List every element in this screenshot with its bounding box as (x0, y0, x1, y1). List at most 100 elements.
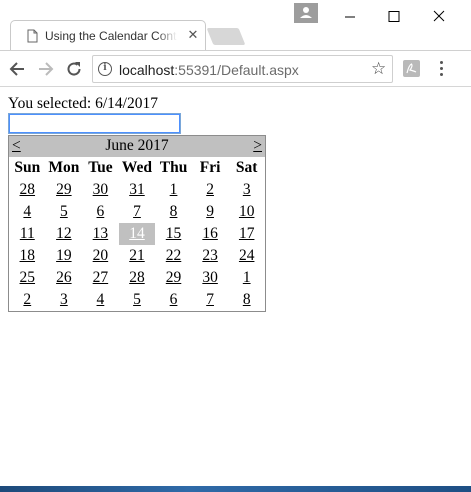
calendar-day[interactable]: 26 (46, 267, 83, 289)
calendar-day-link[interactable]: 10 (239, 203, 255, 220)
calendar-day[interactable]: 3 (46, 289, 83, 312)
calendar-day-link[interactable]: 4 (97, 291, 105, 308)
calendar-day[interactable]: 28 (9, 179, 46, 201)
calendar-day[interactable]: 1 (155, 179, 192, 201)
calendar-day[interactable]: 17 (228, 223, 265, 245)
calendar-day[interactable]: 6 (155, 289, 192, 312)
calendar-day-link[interactable]: 29 (166, 269, 182, 286)
calendar-day-link[interactable]: 2 (206, 181, 214, 198)
calendar-day[interactable]: 30 (192, 267, 229, 289)
calendar-day[interactable]: 24 (228, 245, 265, 267)
address-bar[interactable]: i localhost:55391/Default.aspx ☆ (92, 55, 393, 83)
calendar-day[interactable]: 19 (46, 245, 83, 267)
calendar-day[interactable]: 15 (155, 223, 192, 245)
calendar-day-link[interactable]: 7 (133, 203, 141, 220)
calendar-day-link[interactable]: 7 (206, 291, 214, 308)
calendar-day[interactable]: 5 (119, 289, 156, 312)
calendar-day[interactable]: 16 (192, 223, 229, 245)
calendar-day-link[interactable]: 26 (56, 269, 72, 286)
calendar-day-link[interactable]: 31 (129, 181, 145, 198)
calendar-day-link[interactable]: 28 (129, 269, 145, 286)
url-text[interactable]: localhost:55391/Default.aspx (119, 62, 299, 78)
calendar-day[interactable]: 20 (82, 245, 119, 267)
calendar-day-link[interactable]: 9 (206, 203, 214, 220)
calendar-day-link[interactable]: 6 (97, 203, 105, 220)
calendar-day[interactable]: 6 (82, 201, 119, 223)
calendar-day-link[interactable]: 22 (166, 247, 182, 264)
calendar-day[interactable]: 7 (119, 201, 156, 223)
calendar-day[interactable]: 13 (82, 223, 119, 245)
calendar-day[interactable]: 22 (155, 245, 192, 267)
calendar-day[interactable]: 12 (46, 223, 83, 245)
calendar-day[interactable]: 8 (228, 289, 265, 312)
forward-button[interactable] (36, 59, 56, 79)
calendar-day[interactable]: 5 (46, 201, 83, 223)
maximize-button[interactable] (379, 4, 409, 28)
tab-close-icon[interactable]: ✕ (185, 27, 201, 43)
calendar-day-link[interactable]: 3 (60, 291, 68, 308)
calendar-day-link[interactable]: 21 (129, 247, 145, 264)
calendar-day[interactable]: 8 (155, 201, 192, 223)
calendar-day[interactable]: 29 (46, 179, 83, 201)
calendar-day[interactable]: 4 (9, 201, 46, 223)
calendar-day[interactable]: 28 (119, 267, 156, 289)
calendar-day[interactable]: 3 (228, 179, 265, 201)
calendar-day-link[interactable]: 11 (20, 225, 35, 242)
calendar-day[interactable]: 11 (9, 223, 46, 245)
close-window-button[interactable] (424, 4, 454, 28)
calendar-day-link[interactable]: 2 (23, 291, 31, 308)
calendar-day[interactable]: 2 (192, 179, 229, 201)
new-tab-button[interactable] (206, 28, 246, 45)
menu-icon[interactable] (440, 61, 444, 79)
calendar-day-link[interactable]: 1 (243, 269, 251, 286)
extension-icon[interactable] (403, 60, 420, 77)
calendar-day-link[interactable]: 4 (23, 203, 31, 220)
calendar-day-link[interactable]: 3 (243, 181, 251, 198)
calendar-day[interactable]: 9 (192, 201, 229, 223)
calendar-day-link[interactable]: 28 (20, 181, 36, 198)
calendar-day[interactable]: 23 (192, 245, 229, 267)
back-button[interactable] (7, 59, 27, 79)
calendar-day[interactable]: 1 (228, 267, 265, 289)
calendar-day-link[interactable]: 6 (170, 291, 178, 308)
calendar-day[interactable]: 30 (82, 179, 119, 201)
browser-tab[interactable]: Using the Calendar Control ✕ (10, 20, 206, 50)
calendar-day-link[interactable]: 15 (166, 225, 182, 242)
calendar-day-link[interactable]: 20 (93, 247, 109, 264)
calendar-day[interactable]: 4 (82, 289, 119, 312)
calendar-day[interactable]: 10 (228, 201, 265, 223)
calendar-day-link[interactable]: 12 (56, 225, 72, 242)
bookmark-star-icon[interactable]: ☆ (371, 60, 386, 78)
calendar-day-link[interactable]: 25 (20, 269, 36, 286)
calendar-day-link[interactable]: 30 (202, 269, 218, 286)
calendar-day[interactable]: 25 (9, 267, 46, 289)
calendar-day-link[interactable]: 14 (129, 225, 145, 242)
calendar-day-link[interactable]: 17 (239, 225, 255, 242)
calendar-day-link[interactable]: 13 (93, 225, 109, 242)
calendar-day[interactable]: 21 (119, 245, 156, 267)
calendar-day-link[interactable]: 5 (133, 291, 141, 308)
calendar-day[interactable]: 29 (155, 267, 192, 289)
minimize-button[interactable] (335, 4, 365, 28)
calendar-day-link[interactable]: 16 (202, 225, 218, 242)
calendar-day[interactable]: 18 (9, 245, 46, 267)
calendar-day-selected[interactable]: 14 (118, 222, 156, 245)
info-icon[interactable]: i (98, 62, 112, 76)
calendar-day-link[interactable]: 8 (170, 203, 178, 220)
next-month-link[interactable]: > (250, 137, 265, 155)
calendar-day-link[interactable]: 1 (170, 181, 178, 198)
calendar-day-link[interactable]: 18 (20, 247, 36, 264)
calendar-day-link[interactable]: 27 (93, 269, 109, 286)
calendar-day-link[interactable]: 8 (243, 291, 251, 308)
calendar-day-link[interactable]: 19 (56, 247, 72, 264)
date-textbox[interactable] (8, 113, 181, 134)
calendar-day[interactable]: 27 (82, 267, 119, 289)
calendar-day-link[interactable]: 30 (93, 181, 109, 198)
calendar-day-link[interactable]: 5 (60, 203, 68, 220)
calendar-day-link[interactable]: 24 (239, 247, 255, 264)
reload-button[interactable] (64, 59, 84, 79)
calendar-day-link[interactable]: 29 (56, 181, 72, 198)
calendar-day[interactable]: 31 (119, 179, 156, 201)
calendar-day[interactable]: 7 (192, 289, 229, 312)
calendar-day[interactable]: 2 (9, 289, 46, 312)
